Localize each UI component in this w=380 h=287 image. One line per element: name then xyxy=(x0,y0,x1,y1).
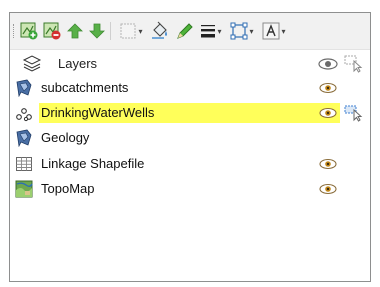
extent-icon xyxy=(230,22,248,40)
chevron-down-icon: ▾ xyxy=(249,26,254,36)
arrow-down-icon xyxy=(89,23,105,39)
layers-header: Layers xyxy=(10,50,370,76)
chevron-down-icon: ▾ xyxy=(217,26,222,36)
polygon-layer-icon xyxy=(16,129,32,147)
arrow-up-icon xyxy=(67,23,83,39)
layer-properties-button[interactable]: ▾ xyxy=(116,20,146,42)
remove-layer-button[interactable] xyxy=(42,20,62,42)
layer-row[interactable]: Geology xyxy=(10,127,370,150)
layer-name: subcatchments xyxy=(41,80,129,95)
eye-icon[interactable] xyxy=(318,106,338,120)
eye-icon[interactable] xyxy=(318,57,338,71)
label-button[interactable]: ▾ xyxy=(260,20,288,42)
line-width-button[interactable]: ▾ xyxy=(198,20,224,42)
line-width-icon xyxy=(201,25,216,38)
layer-name: Geology xyxy=(41,130,90,145)
layer-name: TopoMap xyxy=(41,181,95,196)
raster-layer-icon xyxy=(15,180,33,198)
chevron-down-icon: ▾ xyxy=(281,26,286,36)
outline-color-button[interactable] xyxy=(174,20,194,42)
edit-cursor-icon[interactable] xyxy=(344,55,364,73)
add-layer-icon xyxy=(20,22,38,40)
eye-icon[interactable] xyxy=(318,81,338,95)
layer-row-selected[interactable]: DrinkingWaterWells xyxy=(10,102,370,125)
layer-name: Linkage Shapefile xyxy=(41,156,145,171)
layers-stack-icon xyxy=(22,55,42,72)
layer-row[interactable]: TopoMap xyxy=(10,178,370,201)
layers-panel: ▾ ▾ ▾ ▾ Layers subcatchments DrinkingWat… xyxy=(9,12,371,282)
properties-icon xyxy=(120,23,136,39)
toolbar-separator xyxy=(110,22,111,40)
chevron-down-icon: ▾ xyxy=(138,26,143,36)
point-layer-icon xyxy=(16,108,32,122)
select-extent-button[interactable]: ▾ xyxy=(228,20,256,42)
panel-title: Layers xyxy=(58,56,98,71)
eye-icon[interactable] xyxy=(318,182,338,196)
edit-cursor-icon[interactable] xyxy=(344,105,364,122)
table-layer-icon xyxy=(16,157,32,171)
label-icon xyxy=(262,22,280,40)
move-layer-down-button[interactable] xyxy=(88,20,106,42)
move-layer-up-button[interactable] xyxy=(66,20,84,42)
layer-row[interactable]: Linkage Shapefile xyxy=(10,153,370,176)
pencil-icon xyxy=(177,23,193,39)
polygon-layer-icon xyxy=(16,79,32,97)
paint-bucket-icon xyxy=(152,21,167,39)
add-layer-button[interactable] xyxy=(19,20,39,42)
layer-name: DrinkingWaterWells xyxy=(41,105,155,120)
layer-row[interactable]: subcatchments xyxy=(10,77,370,100)
layers-toolbar: ▾ ▾ ▾ ▾ xyxy=(10,13,370,50)
eye-icon[interactable] xyxy=(318,157,338,171)
remove-layer-icon xyxy=(43,22,61,40)
fill-color-button[interactable] xyxy=(150,20,170,42)
toolbar-grip[interactable] xyxy=(13,24,16,38)
